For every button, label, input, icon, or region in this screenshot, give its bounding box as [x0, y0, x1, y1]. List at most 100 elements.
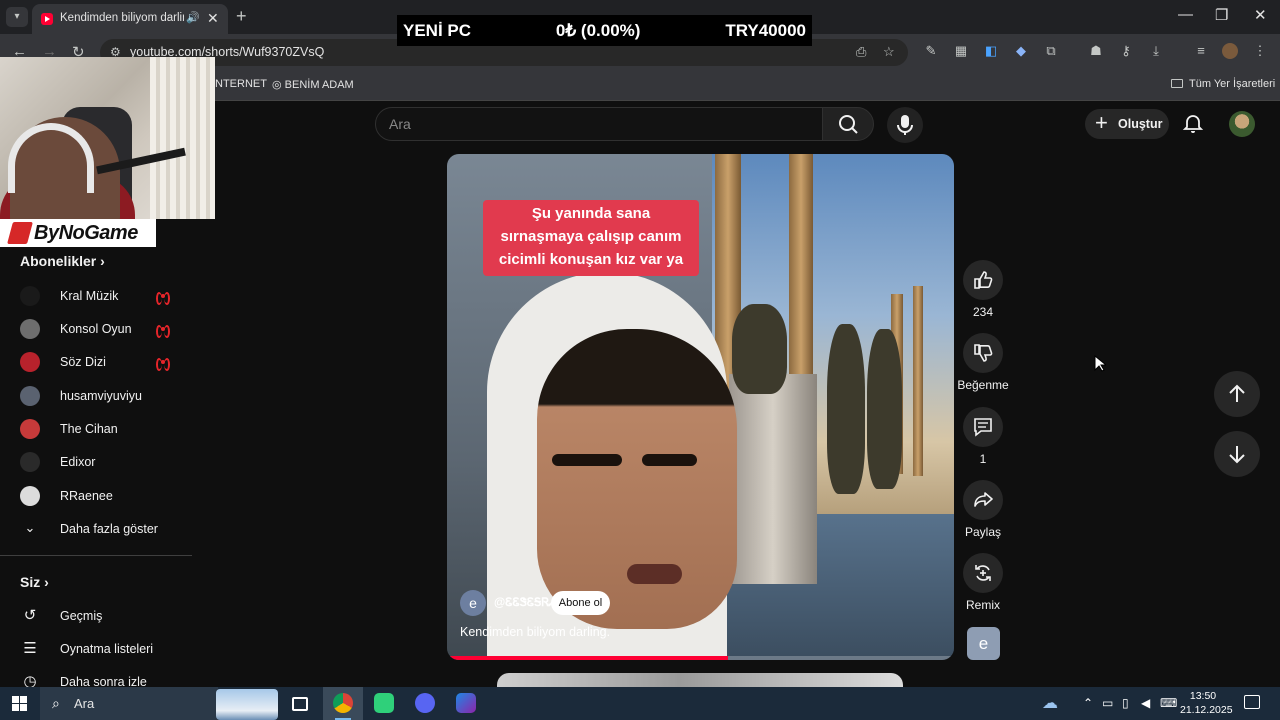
all-bookmarks[interactable]: Tüm Yer İşaretleri [1171, 78, 1275, 90]
tray-overflow-icon[interactable]: ⌃ [1083, 696, 1093, 710]
incognito-icon[interactable]: ☗ [1088, 43, 1104, 59]
sidebar-item-rraenee[interactable]: RRaenee [20, 486, 180, 510]
task-view-button[interactable] [280, 687, 320, 720]
windows-taskbar: ⌕ Ara ☁ ⌃ ▭ ▯ ◀ ⌨ 13:50 21.12.2025 [0, 687, 1280, 720]
progress-fill [447, 656, 729, 660]
translate-extension-icon[interactable]: ◧ [983, 43, 999, 59]
arrow-up-icon [1229, 384, 1245, 402]
folder-icon [1171, 79, 1183, 88]
sound-channel-thumbnail[interactable]: e [967, 627, 1000, 660]
audio-playing-icon[interactable]: 🔊 [186, 11, 200, 24]
maximize-button[interactable]: ❐ [1215, 6, 1228, 24]
password-key-icon[interactable]: ⚷ [1118, 43, 1134, 59]
chevron-right-icon: › [44, 574, 49, 590]
taskbar-app-green[interactable] [364, 687, 404, 720]
account-avatar[interactable] [1229, 111, 1255, 137]
next-short-button[interactable] [1214, 431, 1260, 477]
video-brow [642, 454, 697, 466]
qr-extension-icon[interactable]: ▦ [953, 43, 969, 59]
you-heading[interactable]: Siz › [20, 574, 49, 590]
notifications-bell-icon[interactable] [1182, 113, 1204, 135]
subscribe-button[interactable]: Abone ol [551, 591, 610, 615]
download-icon[interactable]: ⤓ [1148, 43, 1164, 59]
video-brow [552, 454, 622, 466]
display-icon[interactable]: ▭ [1102, 696, 1113, 710]
search-input[interactable]: Ara [375, 107, 823, 141]
comments-button[interactable] [963, 407, 1003, 447]
windows-start-icon[interactable] [12, 696, 27, 711]
video-machine [729, 374, 817, 584]
channel-avatar[interactable]: e [460, 590, 486, 616]
comment-count: 1 [979, 452, 987, 466]
notification-center-icon[interactable] [1244, 695, 1260, 709]
bookmark-benim-adam[interactable]: ◎ BENİM ADAM [272, 78, 354, 91]
thumbs-up-icon [974, 271, 993, 289]
sidebar-item-history[interactable]: ↺ Geçmiş [20, 606, 180, 630]
dislike-label: Beğenme [957, 378, 1009, 392]
battery-icon[interactable]: ▯ [1122, 696, 1129, 710]
ticker-change: 0₺ (0.00%) [555, 20, 641, 40]
show-more-button[interactable]: ⌄ Daha fazla göster [20, 519, 180, 543]
taskbar-search[interactable]: ⌕ Ara [40, 687, 218, 720]
tab-search-icon[interactable]: ▾ [6, 7, 28, 27]
video-mouth [627, 564, 682, 584]
sidebar-item-kral-muzik[interactable]: Kral Müzik [20, 286, 180, 310]
bookmark-star-icon[interactable]: ☆ [883, 44, 895, 60]
bookmark-internet[interactable]: NTERNET [215, 78, 267, 90]
taskbar-widget-thumbnail[interactable] [216, 689, 278, 720]
tab-title: Kendimden biliyom darling [60, 12, 184, 24]
media-queue-icon[interactable]: ≡ [1193, 43, 1209, 59]
clock-time: 13:50 [1189, 690, 1217, 702]
sidebar-item-soz-dizi[interactable]: Söz Dizi [20, 352, 180, 376]
active-tab[interactable]: Kendimden biliyom darling 🔊 ✕ [32, 4, 228, 34]
like-button[interactable] [963, 260, 1003, 300]
subscriptions-heading[interactable]: Abonelikler › [20, 253, 105, 269]
remix-button[interactable] [963, 553, 1003, 593]
video-description[interactable]: Kendimden biliyom darling. [460, 625, 610, 639]
taskbar-chrome[interactable] [323, 687, 363, 720]
channel-handle[interactable]: @ᏋᏋᏕᏋᎦᏒᏗ [494, 597, 555, 610]
previous-short-button[interactable] [1214, 371, 1260, 417]
minimize-button[interactable]: — [1178, 6, 1193, 23]
history-icon: ↺ [23, 607, 37, 624]
sidebar-item-the-cihan[interactable]: The Cihan [20, 419, 180, 443]
voice-search-button[interactable] [887, 107, 923, 143]
tab-close-icon[interactable]: ✕ [207, 10, 219, 27]
taskbar-discord[interactable] [405, 687, 445, 720]
sidebar-item-edixor[interactable]: Edixor [20, 452, 180, 476]
taskbar-clock[interactable]: 13:50 21.12.2025 [1180, 689, 1233, 717]
volume-icon[interactable]: ◀ [1141, 696, 1150, 710]
playlist-icon: ☰ [23, 640, 37, 657]
proton-extension-icon[interactable]: ◆ [1013, 43, 1029, 59]
chevron-right-icon: › [100, 253, 105, 269]
sidebar-item-konsol-oyun[interactable]: Konsol Oyun [20, 319, 180, 343]
language-icon[interactable]: ⌨ [1160, 696, 1177, 710]
caption-line: cicimli konuşan kız var ya [498, 251, 684, 268]
sidebar-item-playlists[interactable]: ☰ Oynatma listeleri [20, 639, 180, 663]
new-tab-button[interactable]: + [236, 6, 247, 27]
profile-avatar[interactable] [1222, 43, 1238, 59]
create-label: Oluştur [1118, 117, 1163, 131]
channel-avatar [20, 386, 40, 406]
stream-ticker-overlay: YENİ PC 0₺ (0.00%) TRY40000 [397, 15, 812, 46]
video-rock [867, 329, 902, 489]
extensions-puzzle-icon[interactable]: ⧉ [1043, 43, 1059, 59]
dislike-button[interactable] [963, 333, 1003, 373]
extension-icon[interactable]: ✎ [923, 43, 939, 59]
browser-menu-icon[interactable]: ⋮ [1252, 43, 1268, 59]
search-icon [839, 115, 858, 134]
close-window-button[interactable]: ✕ [1254, 6, 1267, 24]
bynogame-logo-mark-icon [7, 222, 33, 244]
create-button[interactable]: + Oluştur [1085, 109, 1169, 139]
streamer-webcam-overlay [0, 57, 215, 219]
ticker-target: TRY40000 [725, 20, 806, 40]
share-icon [974, 492, 993, 507]
weather-icon[interactable]: ☁ [1042, 693, 1058, 713]
mouse-cursor-icon [1094, 355, 1106, 372]
taskbar-app-blue[interactable] [446, 687, 486, 720]
share-button[interactable] [963, 480, 1003, 520]
search-button[interactable] [822, 107, 874, 141]
install-app-icon[interactable]: ⎙ [856, 44, 866, 60]
sidebar-item-husamviyuviyu[interactable]: husamviyuviyu [20, 386, 180, 410]
short-video-player[interactable]: Şu yanında sana sırnaşmaya çalışıp canım… [447, 154, 954, 660]
